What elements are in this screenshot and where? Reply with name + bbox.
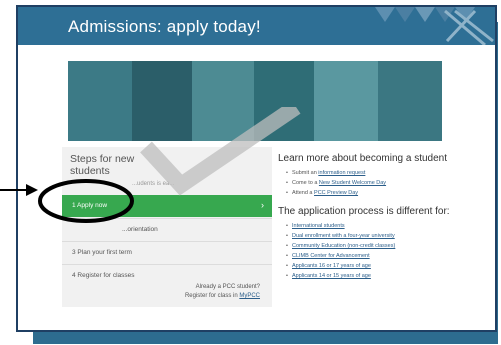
chevron-right-icon: › xyxy=(261,200,264,210)
header-banner: Admissions: apply today! xyxy=(18,7,495,45)
pointer-arrow-icon xyxy=(0,184,38,196)
community-education-link[interactable]: Community Education (non-credit classes) xyxy=(292,243,395,249)
process-list: International students Dual enrollment w… xyxy=(286,221,488,281)
page-title: Admissions: apply today! xyxy=(68,17,261,36)
list-item: Community Education (non-credit classes) xyxy=(286,241,488,251)
international-link[interactable]: International students xyxy=(292,223,345,229)
photo-6 xyxy=(378,61,442,141)
process-heading: The application process is different for… xyxy=(278,206,450,217)
highlight-ellipse xyxy=(38,179,134,223)
learn-more-list: Submit an information request Come to a … xyxy=(286,168,488,198)
info-column: Learn more about becoming a student Subm… xyxy=(278,153,488,281)
dual-enrollment-link[interactable]: Dual enrollment with a four-year univers… xyxy=(292,233,395,239)
climb-center-link[interactable]: CLIMB Center for Advancement xyxy=(292,253,370,259)
applicants-16-17-link[interactable]: Applicants 16 or 17 years of age xyxy=(292,263,371,269)
step-plan-first-term[interactable]: 3 Plan your first term xyxy=(62,241,272,263)
list-item: Submit an information request xyxy=(286,168,488,178)
list-item: International students xyxy=(286,221,488,231)
admissions-card: Admissions: apply today! Steps for new s… xyxy=(16,5,497,332)
photo-5 xyxy=(314,61,378,141)
information-request-link[interactable]: information request xyxy=(318,170,365,176)
mypcc-link[interactable]: MyPCC xyxy=(239,293,260,299)
list-item: Applicants 16 or 17 years of age xyxy=(286,261,488,271)
already-student-note: Already a PCC student? Register for clas… xyxy=(184,284,260,299)
list-item: Come to a New Student Welcome Day xyxy=(286,178,488,188)
preview-day-link[interactable]: PCC Preview Day xyxy=(314,190,358,196)
list-item: CLIMB Center for Advancement xyxy=(286,251,488,261)
steps-title: Steps for new students xyxy=(70,153,135,177)
learn-more-heading: Learn more about becoming a student xyxy=(278,153,447,164)
list-item: Applicants 14 or 15 years of age xyxy=(286,271,488,281)
diamond-pattern-icon xyxy=(375,7,494,45)
photo-1 xyxy=(68,61,132,141)
applicants-14-15-link[interactable]: Applicants 14 or 15 years of age xyxy=(292,273,371,279)
welcome-day-link[interactable]: New Student Welcome Day xyxy=(319,180,386,186)
list-item: Dual enrollment with a four-year univers… xyxy=(286,231,488,241)
list-item: Attend a PCC Preview Day xyxy=(286,188,488,198)
